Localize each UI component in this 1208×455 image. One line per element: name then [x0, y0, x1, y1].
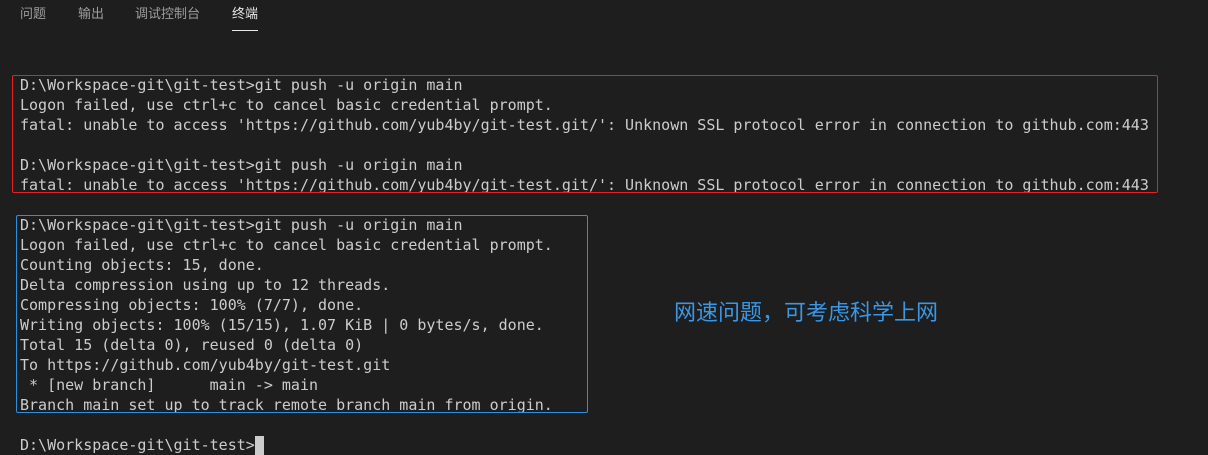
terminal-line: Counting objects: 15, done. [20, 256, 264, 274]
terminal-line: Writing objects: 100% (15/15), 1.07 KiB … [20, 316, 544, 334]
terminal-output[interactable]: D:\Workspace-git\git-test>git push -u or… [0, 34, 1208, 455]
annotation-note: 网速问题，可考虑科学上网 [674, 301, 939, 326]
terminal-cursor [254, 436, 264, 455]
terminal-line: Total 15 (delta 0), reused 0 (delta 0) [20, 336, 364, 354]
terminal-line: * [new branch] main -> main [20, 376, 319, 394]
terminal-line: Logon failed, use ctrl+c to cancel basic… [20, 236, 553, 254]
terminal-line: fatal: unable to access 'https://github.… [20, 176, 1149, 194]
terminal-prompt: D:\Workspace-git\git-test> [20, 436, 255, 454]
terminal-line: D:\Workspace-git\git-test>git push -u or… [20, 216, 463, 234]
terminal-prompt-line: D:\Workspace-git\git-test> [20, 435, 264, 455]
terminal-line: To https://github.com/yub4by/git-test.gi… [20, 356, 391, 374]
tab-debug-console[interactable]: 调试控制台 [135, 6, 200, 30]
panel-tab-bar: 问题 输出 调试控制台 终端 [0, 0, 1208, 34]
tab-terminal[interactable]: 终端 [232, 6, 259, 31]
terminal-line: Branch main set up to track remote branc… [20, 396, 553, 414]
terminal-line: fatal: unable to access 'https://github.… [20, 116, 1149, 134]
terminal-line: Compressing objects: 100% (7/7), done. [20, 296, 364, 314]
terminal-line: Logon failed, use ctrl+c to cancel basic… [20, 96, 553, 114]
terminal-line: D:\Workspace-git\git-test>git push -u or… [20, 156, 463, 174]
tab-problems[interactable]: 问题 [20, 6, 46, 30]
tab-output[interactable]: 输出 [78, 6, 104, 30]
terminal-line: Delta compression using up to 12 threads… [20, 276, 391, 294]
terminal-line: D:\Workspace-git\git-test>git push -u or… [20, 76, 463, 94]
